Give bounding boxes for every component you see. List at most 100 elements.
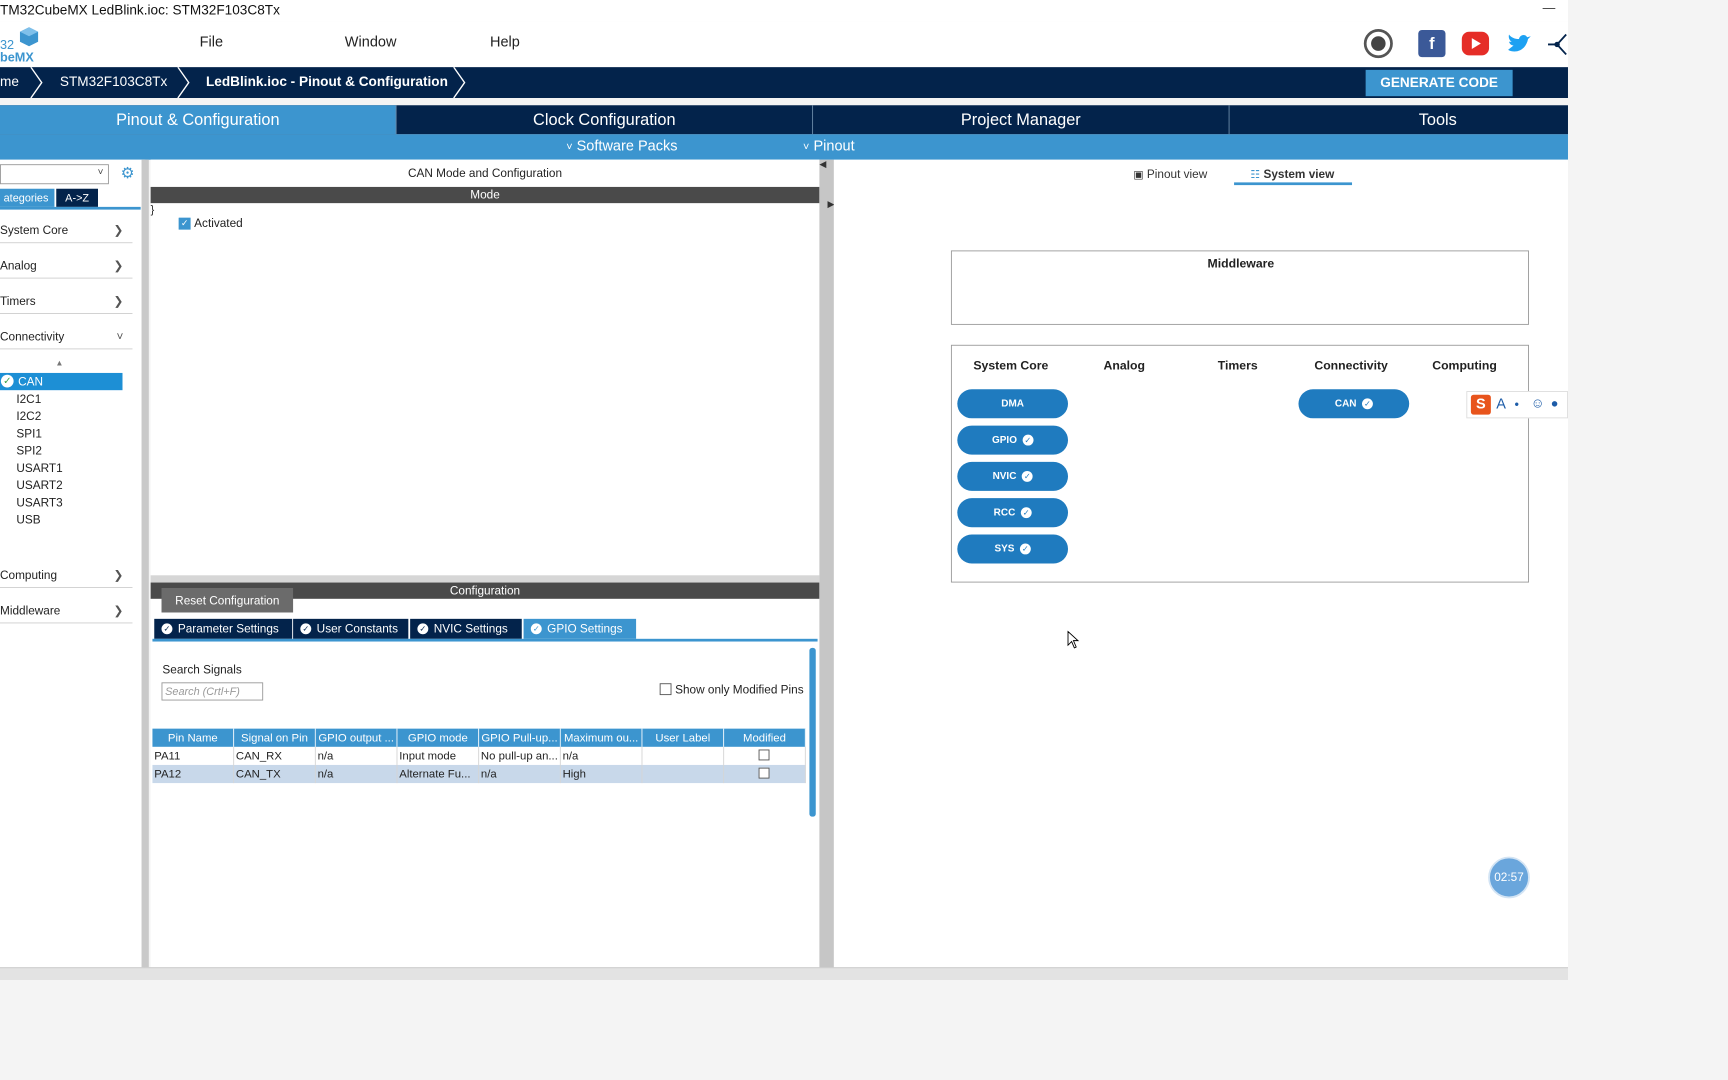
peripheral-i2c2[interactable]: I2C2 xyxy=(16,407,41,424)
modified-checkbox[interactable] xyxy=(758,767,770,779)
network-icon[interactable] xyxy=(1546,31,1568,58)
menu-file[interactable]: File xyxy=(200,34,223,50)
generate-code-button[interactable]: GENERATE CODE xyxy=(1365,69,1513,97)
sogou-logo-icon[interactable]: S xyxy=(1470,394,1491,415)
category-timers[interactable]: Timers ❯ xyxy=(0,289,133,314)
column-pin-name[interactable]: Pin Name xyxy=(152,728,235,747)
reset-configuration-button[interactable]: Reset Configuration xyxy=(161,587,294,613)
show-modified-checkbox[interactable] xyxy=(659,683,672,696)
mode-header: Mode xyxy=(150,186,820,204)
column-signal-on-pin[interactable]: Signal on Pin xyxy=(234,728,316,747)
table-row[interactable]: PA12 CAN_TX n/a Alternate Fu... n/a High xyxy=(152,764,806,784)
menu-help[interactable]: Help xyxy=(490,34,520,50)
tab-project-manager[interactable]: Project Manager xyxy=(813,105,1230,135)
category-system-core[interactable]: System Core ❯ xyxy=(0,218,133,244)
recording-timer[interactable]: 02:57 xyxy=(1488,856,1530,899)
emoji-icon[interactable]: ☺ xyxy=(1531,396,1545,411)
peripheral-usb[interactable]: USB xyxy=(16,511,40,528)
column-computing: Computing xyxy=(1432,358,1497,373)
cell-gpio-output: n/a xyxy=(316,746,398,765)
software-packs-menu[interactable]: ˅ Software Packs xyxy=(566,134,677,159)
tab-gpio-settings[interactable]: ✓ GPIO Settings xyxy=(523,618,637,639)
peripheral-can[interactable]: ✓ CAN xyxy=(0,372,123,391)
chevron-right-icon: ❯ xyxy=(113,568,124,582)
tab-categories[interactable]: ategories xyxy=(0,188,55,207)
sort-icon[interactable]: ▲ xyxy=(55,358,63,367)
tab-user-constants[interactable]: ✓ User Constants xyxy=(293,618,409,639)
can-button[interactable]: CAN ✓ xyxy=(1298,389,1410,419)
peripheral-spi2[interactable]: SPI2 xyxy=(16,442,42,459)
cell-user-label[interactable] xyxy=(642,764,725,784)
peripheral-usart3[interactable]: USART3 xyxy=(16,494,62,511)
column-gpio-mode[interactable]: GPIO mode xyxy=(397,728,480,747)
column-gpio-pull[interactable]: GPIO Pull-up... xyxy=(479,728,561,747)
left-panel-scrollbar[interactable] xyxy=(141,159,149,968)
check-icon: ✓ xyxy=(300,623,312,635)
column-analog: Analog xyxy=(1103,358,1146,373)
column-user-label[interactable]: User Label xyxy=(642,728,725,747)
rcc-button[interactable]: RCC ✓ xyxy=(957,498,1069,528)
check-icon: ✓ xyxy=(1020,507,1032,519)
category-label: Computing xyxy=(0,568,58,582)
chip-icon: ▣ xyxy=(1133,167,1144,181)
modified-checkbox[interactable] xyxy=(758,749,770,761)
column-modified[interactable]: Modified xyxy=(724,728,806,747)
tab-tools[interactable]: Tools xyxy=(1230,105,1646,134)
collapse-left-icon[interactable]: ◀ xyxy=(819,160,826,170)
table-scrollbar[interactable] xyxy=(809,647,816,817)
pinout-menu[interactable]: ˅ Pinout xyxy=(803,134,855,159)
ime-toolbar[interactable]: S A • ☺ ● xyxy=(1466,391,1568,419)
minimize-button[interactable]: — xyxy=(1543,0,1556,15)
category-computing[interactable]: Computing ❯ xyxy=(0,563,133,588)
menu-window[interactable]: Window xyxy=(345,34,397,50)
category-filter-dropdown[interactable]: ˅ xyxy=(0,164,109,185)
cell-user-label[interactable] xyxy=(642,746,725,765)
category-analog[interactable]: Analog ❯ xyxy=(0,253,133,279)
mode-section: ✓ Activated } xyxy=(150,203,820,576)
tab-a-z[interactable]: A->Z xyxy=(56,188,98,207)
system-view-tab[interactable]: ☷ System view xyxy=(1250,167,1334,181)
category-middleware[interactable]: Middleware ❯ xyxy=(0,598,133,624)
gpio-button[interactable]: GPIO ✓ xyxy=(957,425,1069,455)
column-system-core: System Core xyxy=(973,358,1049,373)
punctuation-icon[interactable]: • xyxy=(1514,397,1518,412)
anniversary-badge-icon[interactable] xyxy=(1363,29,1393,59)
twitter-icon[interactable] xyxy=(1505,30,1532,57)
tab-nvic-settings[interactable]: ✓ NVIC Settings xyxy=(410,618,522,639)
activated-checkbox[interactable]: ✓ xyxy=(178,217,191,230)
table-row[interactable]: PA11 CAN_RX n/a Input mode No pull-up an… xyxy=(152,746,806,765)
breadcrumb-device[interactable]: STM32F103C8Tx xyxy=(60,67,167,98)
tab-pinout-configuration[interactable]: Pinout & Configuration xyxy=(0,105,397,135)
peripheral-spi1[interactable]: SPI1 xyxy=(16,425,42,442)
splitter[interactable] xyxy=(150,575,820,583)
peripheral-i2c1[interactable]: I2C1 xyxy=(16,390,41,407)
peripheral-usart1[interactable]: USART1 xyxy=(16,459,62,476)
pinout-view-tab[interactable]: ▣ Pinout view xyxy=(1133,167,1207,181)
search-input[interactable]: Search (Crtl+F) xyxy=(161,682,264,701)
nvic-button[interactable]: NVIC ✓ xyxy=(957,461,1069,491)
cell-max-output: High xyxy=(561,764,643,784)
tab-clock-configuration[interactable]: Clock Configuration xyxy=(397,105,814,135)
tab-parameter-settings[interactable]: ✓ Parameter Settings xyxy=(154,618,293,639)
breadcrumb-current[interactable]: LedBlink.ioc - Pinout & Configuration xyxy=(206,67,448,98)
sys-button[interactable]: SYS ✓ xyxy=(957,534,1069,564)
dma-button[interactable]: DMA xyxy=(957,389,1069,419)
gear-icon[interactable]: ⚙ xyxy=(121,164,135,182)
youtube-icon[interactable] xyxy=(1461,31,1490,56)
mode-configuration-panel: CAN Mode and Configuration Mode ✓ Activa… xyxy=(150,159,820,968)
cell-signal: CAN_RX xyxy=(234,746,316,765)
category-connectivity[interactable]: Connectivity ˅ xyxy=(0,324,133,350)
check-icon: ✓ xyxy=(1361,398,1373,410)
breadcrumb-home[interactable]: me xyxy=(0,67,19,98)
status-bar xyxy=(0,967,1568,980)
peripheral-usart2[interactable]: USART2 xyxy=(16,476,62,493)
microphone-icon[interactable]: ● xyxy=(1551,396,1559,411)
column-maximum-output[interactable]: Maximum ou... xyxy=(560,728,643,747)
category-label: Timers xyxy=(0,293,36,308)
language-icon[interactable]: A xyxy=(1496,397,1506,413)
column-gpio-output[interactable]: GPIO output ... xyxy=(315,728,398,747)
facebook-icon[interactable]: f xyxy=(1418,29,1446,58)
sub-tabs: ˅ Software Packs ˅ Pinout xyxy=(0,134,1568,160)
tab-label: Parameter Settings xyxy=(177,621,279,636)
panel-divider[interactable]: ◀ ▶ xyxy=(819,159,835,968)
